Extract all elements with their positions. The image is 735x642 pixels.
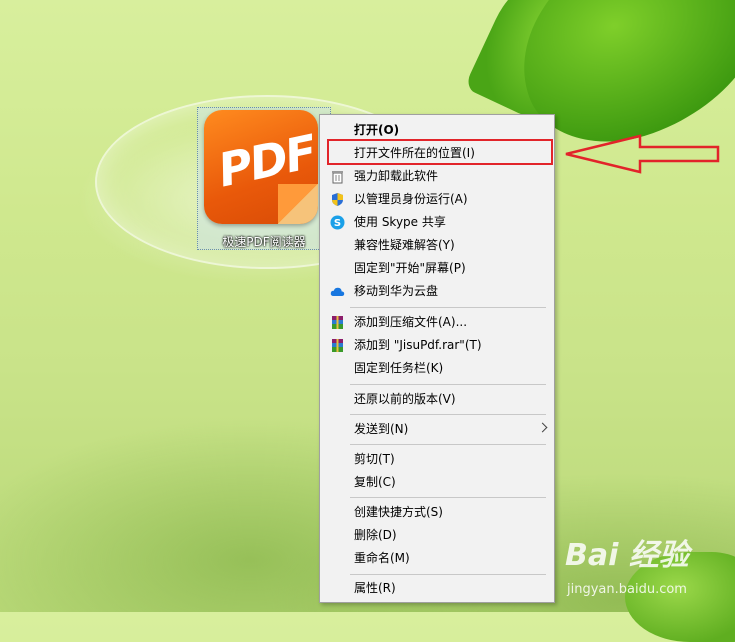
- menu-item-create-shortcut[interactable]: 创建快捷方式(S): [320, 501, 554, 524]
- page-curl-decoration: [278, 184, 318, 224]
- menu-item-force-uninstall[interactable]: 强力卸载此软件: [320, 165, 554, 188]
- menu-item-label: 还原以前的版本(V): [354, 392, 456, 406]
- menu-item-properties[interactable]: 属性(R): [320, 577, 554, 600]
- menu-separator: [350, 574, 546, 575]
- menu-item-label: 添加到 "JisuPdf.rar"(T): [354, 338, 482, 352]
- cloud-icon: [330, 287, 345, 296]
- menu-item-label: 固定到任务栏(K): [354, 361, 444, 375]
- baidu-watermark: Bai 经验 jingyan.baidu.com: [565, 530, 730, 610]
- pointer-arrow-icon: [565, 134, 720, 174]
- menu-item-label: 使用 Skype 共享: [354, 215, 446, 229]
- menu-item-send-to[interactable]: 发送到(N): [320, 418, 554, 441]
- desktop-icon-jisupdf[interactable]: PDF 极速PDF阅读器: [197, 107, 331, 250]
- menu-item-pin-to-taskbar[interactable]: 固定到任务栏(K): [320, 357, 554, 380]
- menu-separator: [350, 497, 546, 498]
- svg-text:S: S: [334, 218, 341, 229]
- menu-item-label: 强力卸载此软件: [354, 169, 439, 183]
- menu-item-label: 移动到华为云盘: [354, 284, 439, 298]
- menu-item-label: 添加到压缩文件(A)...: [354, 315, 468, 329]
- menu-item-add-to-jisupdf-rar[interactable]: 添加到 "JisuPdf.rar"(T): [320, 334, 554, 357]
- menu-item-delete[interactable]: 删除(D): [320, 524, 554, 547]
- menu-item-label: 属性(R): [354, 581, 396, 595]
- shield-icon: [332, 193, 343, 206]
- trash-icon: [332, 171, 343, 184]
- menu-item-label: 固定到"开始"屏幕(P): [354, 261, 466, 275]
- menu-item-move-to-huawei-cloud[interactable]: 移动到华为云盘: [320, 280, 554, 303]
- watermark-brand: Bai 经验: [565, 538, 689, 573]
- context-menu: 打开(O) 打开文件所在的位置(I) 强力卸载此软件 以管理员身份运行(A) S…: [319, 114, 555, 603]
- menu-item-label: 以管理员身份运行(A): [354, 192, 468, 206]
- menu-separator: [350, 307, 546, 308]
- menu-item-label: 复制(C): [354, 475, 396, 489]
- desktop-icon-label: 极速PDF阅读器: [222, 235, 306, 249]
- menu-item-label: 创建快捷方式(S): [354, 505, 443, 519]
- skype-icon: S: [330, 215, 345, 230]
- menu-item-label: 重命名(M): [354, 551, 410, 565]
- menu-item-share-skype[interactable]: S 使用 Skype 共享: [320, 211, 554, 234]
- highlight-box: [327, 139, 553, 165]
- menu-item-label: 发送到(N): [354, 422, 409, 436]
- menu-item-add-to-archive[interactable]: 添加到压缩文件(A)...: [320, 311, 554, 334]
- chevron-right-icon: [537, 422, 548, 433]
- menu-item-restore-previous-versions[interactable]: 还原以前的版本(V): [320, 388, 554, 411]
- menu-separator: [350, 414, 546, 415]
- menu-separator: [350, 384, 546, 385]
- menu-item-label: 删除(D): [354, 528, 397, 542]
- menu-item-label: 剪切(T): [354, 452, 395, 466]
- menu-item-copy[interactable]: 复制(C): [320, 471, 554, 494]
- menu-item-compatibility[interactable]: 兼容性疑难解答(Y): [320, 234, 554, 257]
- menu-separator: [350, 444, 546, 445]
- menu-item-run-as-admin[interactable]: 以管理员身份运行(A): [320, 188, 554, 211]
- winrar-icon: [332, 316, 343, 329]
- menu-item-label: 兼容性疑难解答(Y): [354, 238, 455, 252]
- menu-item-pin-to-start[interactable]: 固定到"开始"屏幕(P): [320, 257, 554, 280]
- pdf-reader-app-icon: PDF: [204, 110, 318, 224]
- winrar-icon: [332, 339, 343, 352]
- menu-item-cut[interactable]: 剪切(T): [320, 448, 554, 471]
- watermark-url: jingyan.baidu.com: [567, 582, 687, 597]
- menu-item-rename[interactable]: 重命名(M): [320, 547, 554, 570]
